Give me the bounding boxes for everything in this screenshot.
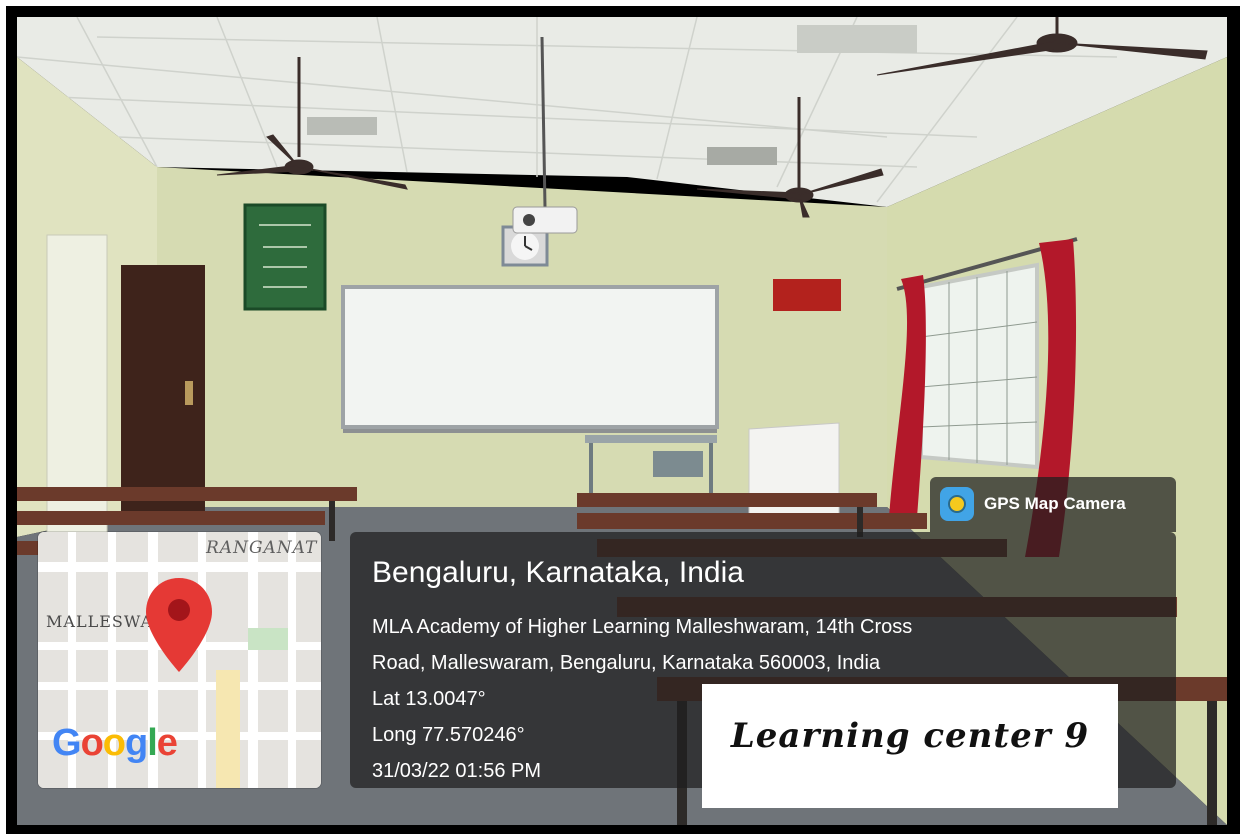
caption-box: Learning center 9 — [702, 684, 1118, 808]
gps-map-camera-badge: GPS Map Camera — [930, 477, 1176, 532]
timestamp-text: 31/03/22 01:56 PM — [372, 760, 542, 782]
map-label-ranganat: RANGANAT — [206, 538, 318, 558]
longitude-text: Long 77.570246° — [372, 724, 525, 746]
map-pin-icon — [146, 578, 212, 672]
google-logo: Google — [52, 722, 178, 764]
location-title: Bengaluru, Karnataka, India — [372, 556, 744, 589]
address-line-1: MLA Academy of Higher Learning Malleshwa… — [372, 616, 913, 638]
map-label-malleswa: MALLESWA — [46, 612, 154, 631]
app-badge-label: GPS Map Camera — [984, 494, 1126, 513]
gps-map-camera-icon — [940, 487, 974, 521]
map-thumbnail: RANGANAT MALLESWA Google — [38, 532, 321, 788]
caption-text: Learning center 9 — [730, 716, 1090, 756]
address-line-2: Road, Malleswaram, Bengaluru, Karnataka … — [372, 652, 881, 674]
latitude-text: Lat 13.0047° — [372, 688, 486, 710]
